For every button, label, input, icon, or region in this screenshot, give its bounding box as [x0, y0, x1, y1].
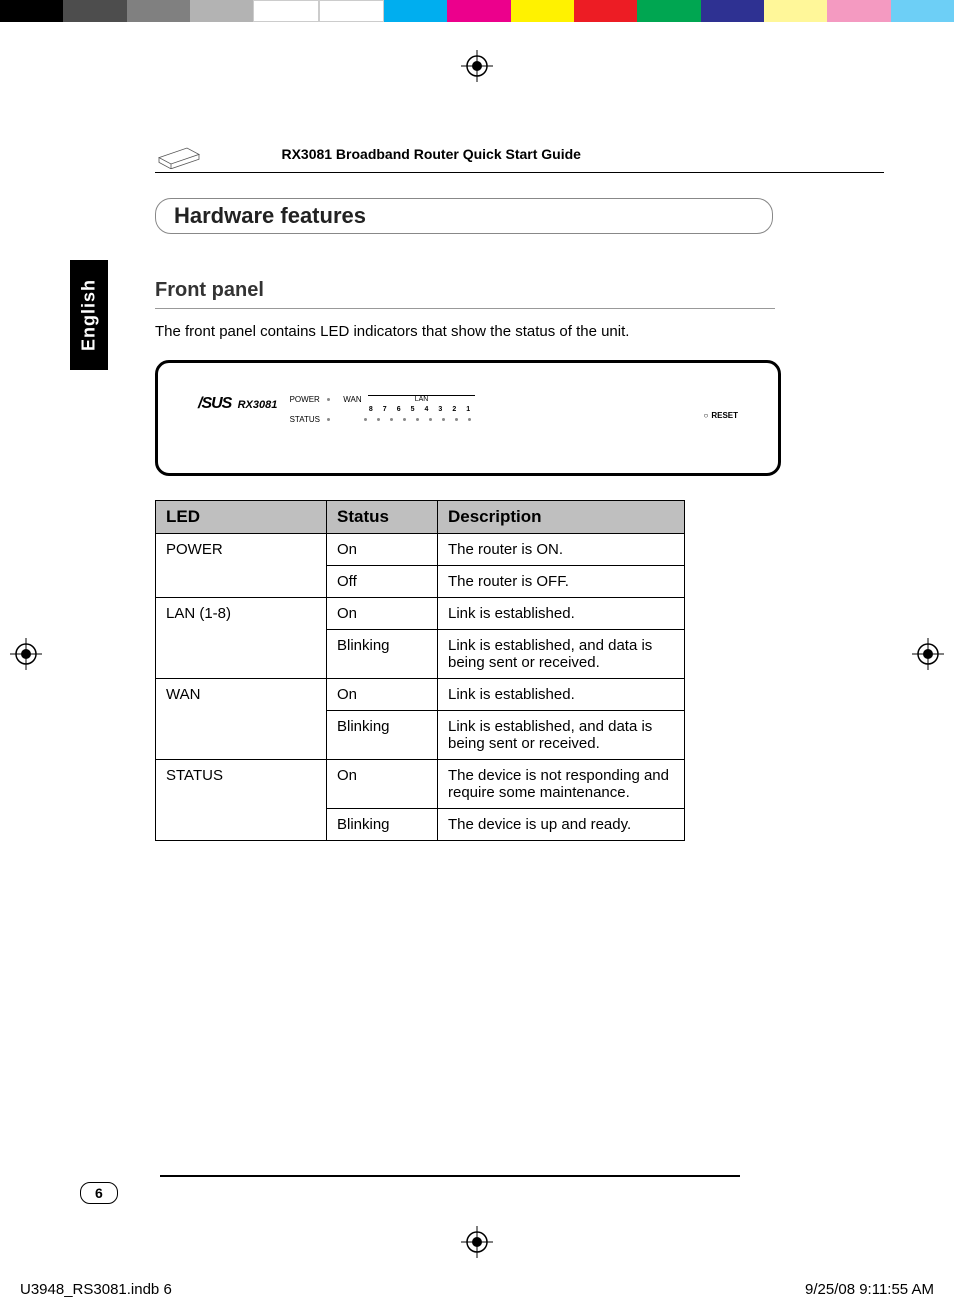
table-row: POWEROnThe router is ON. [156, 534, 685, 566]
brand-logo: /SUS [198, 395, 231, 412]
front-panel-diagram: /SUS RX3081 POWER WAN LAN 87654321 STATU… [155, 360, 781, 476]
router-icon [155, 140, 203, 170]
page-number: 6 [80, 1182, 118, 1204]
reset-label: RESET [703, 411, 738, 420]
subsection-heading: Front panel [155, 279, 775, 309]
table-row: LAN (1-8)OnLink is established. [156, 598, 685, 630]
body-text: The front panel contains LED indicators … [155, 323, 775, 340]
th-status: Status [327, 501, 438, 534]
registration-mark-icon [912, 638, 944, 670]
language-tab: English [70, 260, 108, 370]
registration-mark-icon [10, 638, 42, 670]
lan-label: LAN [368, 395, 475, 403]
table-row: STATUSOnThe device is not responding and… [156, 760, 685, 809]
footer-rule [160, 1175, 740, 1177]
page-header: RX3081 Broadband Router Quick Start Guid… [155, 140, 884, 173]
lan-port-numbers: 87654321 [364, 404, 475, 413]
print-color-bar [0, 0, 954, 22]
registration-mark-icon [461, 50, 493, 82]
footer-filename: U3948_RS3081.indb 6 [20, 1281, 172, 1298]
registration-mark-icon [461, 1226, 493, 1258]
footer-timestamp: 9/25/08 9:11:55 AM [805, 1281, 934, 1298]
wan-label: WAN [343, 395, 361, 404]
model-label: RX3081 [238, 399, 278, 411]
power-label: POWER [290, 395, 320, 404]
th-led: LED [156, 501, 327, 534]
document-title: RX3081 Broadband Router Quick Start Guid… [281, 146, 581, 162]
led-status-table: LED Status Description POWEROnThe router… [155, 500, 685, 841]
th-description: Description [438, 501, 685, 534]
section-title: Hardware features [174, 203, 754, 229]
status-label: STATUS [290, 415, 320, 424]
table-row: WANOnLink is established. [156, 679, 685, 711]
section-heading-pill: Hardware features [155, 198, 773, 234]
